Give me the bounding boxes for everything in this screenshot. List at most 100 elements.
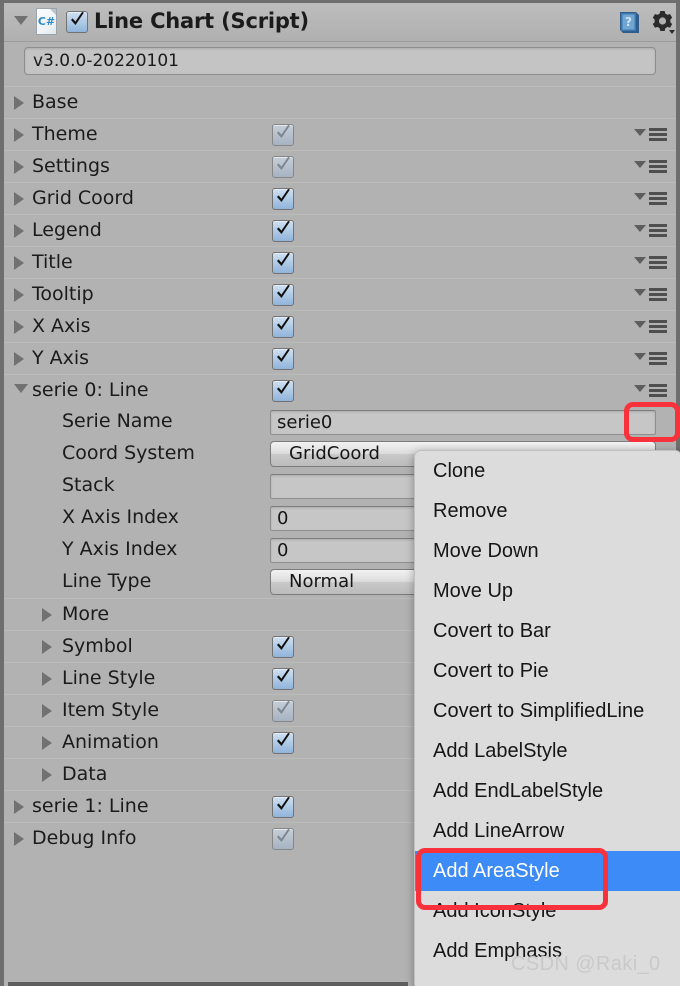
property-label: serie 0: Line [32,379,149,401]
property-enabled-checkbox[interactable] [272,796,294,818]
foldout-arrow-closed-icon[interactable] [42,672,52,686]
property-label: Tooltip [32,283,94,305]
property-enabled-checkbox[interactable] [272,252,294,274]
checkmark-icon [276,189,291,206]
row-menu-button[interactable] [632,349,668,367]
field-label: Line Type [62,570,152,592]
row-menu-button[interactable] [632,189,668,207]
property-enabled-checkbox[interactable] [272,348,294,370]
context-menu-item[interactable]: Covert to Pie [415,651,680,691]
version-row: v3.0.0-20220101 [4,41,676,83]
property-row[interactable]: Grid Coord [4,182,676,214]
property-label: Theme [32,123,98,145]
component-title: Line Chart (Script) [94,9,309,33]
context-menu-item[interactable]: Remove [415,491,680,531]
foldout-arrow-closed-icon[interactable] [14,288,24,302]
property-row[interactable]: X Axis [4,310,676,342]
context-menu-item[interactable]: Add LabelStyle [415,731,680,771]
foldout-arrow-open-icon[interactable] [14,384,28,393]
foldout-arrow-closed-icon[interactable] [14,800,24,814]
foldout-arrow-closed-icon[interactable] [14,320,24,334]
property-row[interactable]: Title [4,246,676,278]
property-enabled-checkbox[interactable] [272,124,294,146]
property-row[interactable]: Settings [4,150,676,182]
property-label: Legend [32,219,102,241]
property-enabled-checkbox[interactable] [272,380,294,402]
checkmark-icon [70,12,85,29]
foldout-arrow-closed-icon[interactable] [14,256,24,270]
property-row[interactable]: Legend [4,214,676,246]
property-enabled-checkbox[interactable] [272,732,294,754]
row-menu-button[interactable] [632,381,668,399]
context-menu-item-selected[interactable]: Add AreaStyle [415,851,680,891]
context-menu-item[interactable]: Move Down [415,531,680,571]
field-text-input[interactable]: serie0 [270,410,656,435]
property-enabled-checkbox[interactable] [272,220,294,242]
field-label: Coord System [62,442,195,464]
foldout-arrow-closed-icon[interactable] [42,640,52,654]
context-menu-item[interactable]: Add LineArrow [415,811,680,851]
foldout-arrow-closed-icon[interactable] [42,768,52,782]
gear-icon[interactable] [650,10,676,35]
property-enabled-checkbox[interactable] [272,700,294,722]
context-menu-item[interactable]: Add IconStyle [415,891,680,931]
row-menu-button[interactable] [632,157,668,175]
property-label: Line Style [62,667,156,689]
checkmark-icon [276,637,291,654]
checkmark-icon [276,285,291,302]
row-menu-button[interactable] [632,253,668,271]
property-row[interactable]: Y Axis [4,342,676,374]
row-menu-button[interactable] [632,221,668,239]
row-menu-button[interactable] [632,285,668,303]
property-label: Title [32,251,73,273]
property-row[interactable]: Theme [4,118,676,150]
version-field[interactable]: v3.0.0-20220101 [24,47,656,75]
context-menu-item[interactable]: Add EndLabelStyle [415,771,680,811]
context-menu-item[interactable]: Covert to SimplifiedLine [415,691,680,731]
checkmark-icon [276,669,291,686]
property-row[interactable]: Base [4,86,676,118]
foldout-arrow-closed-icon[interactable] [14,192,24,206]
inspector-body: C# Line Chart (Script) ? v3.0.0-20220101… [4,3,680,986]
foldout-arrow-closed-icon[interactable] [14,224,24,238]
foldout-arrow-closed-icon[interactable] [42,736,52,750]
foldout-arrow-closed-icon[interactable] [42,704,52,718]
property-enabled-checkbox[interactable] [272,316,294,338]
context-menu-item[interactable]: Clone [415,451,680,491]
serie-context-menu[interactable]: Clone Remove Move Down Move Up Covert to Bar… [414,450,680,986]
foldout-arrow-closed-icon[interactable] [14,832,24,846]
property-enabled-checkbox[interactable] [272,668,294,690]
unity-inspector-panel: C# Line Chart (Script) ? v3.0.0-20220101… [0,0,680,986]
property-row[interactable]: Tooltip [4,278,676,310]
row-menu-button[interactable] [632,125,668,143]
field-label: Serie Name [62,410,173,432]
context-menu-item[interactable]: Move Up [415,571,680,611]
property-enabled-checkbox[interactable] [272,156,294,178]
property-label: More [62,603,110,625]
component-header: C# Line Chart (Script) ? [4,3,676,42]
serie-field-row: Serie Name serie0 [4,406,676,438]
foldout-arrow-closed-icon[interactable] [42,608,52,622]
watermark: CSDN @Raki_0 [511,953,661,975]
property-enabled-checkbox[interactable] [272,284,294,306]
help-book-icon[interactable]: ? [617,10,642,35]
component-foldout-arrow-icon[interactable] [14,16,28,25]
property-label: Debug Info [32,827,137,849]
foldout-arrow-closed-icon[interactable] [14,128,24,142]
foldout-arrow-closed-icon[interactable] [14,96,24,110]
window-frame-bottom [8,982,408,986]
foldout-arrow-closed-icon[interactable] [14,352,24,366]
property-row[interactable]: serie 0: Line [4,374,676,406]
property-label: Symbol [62,635,133,657]
foldout-arrow-closed-icon[interactable] [14,160,24,174]
property-enabled-checkbox[interactable] [272,188,294,210]
property-enabled-checkbox[interactable] [272,636,294,658]
checkmark-icon [276,797,291,814]
row-menu-button[interactable] [632,317,668,335]
property-label: Item Style [62,699,160,721]
property-enabled-checkbox[interactable] [272,828,294,850]
component-enabled-checkbox[interactable] [66,11,88,33]
context-menu-item[interactable]: Covert to Bar [415,611,680,651]
checkmark-icon [276,733,291,750]
property-label: Data [62,763,108,785]
